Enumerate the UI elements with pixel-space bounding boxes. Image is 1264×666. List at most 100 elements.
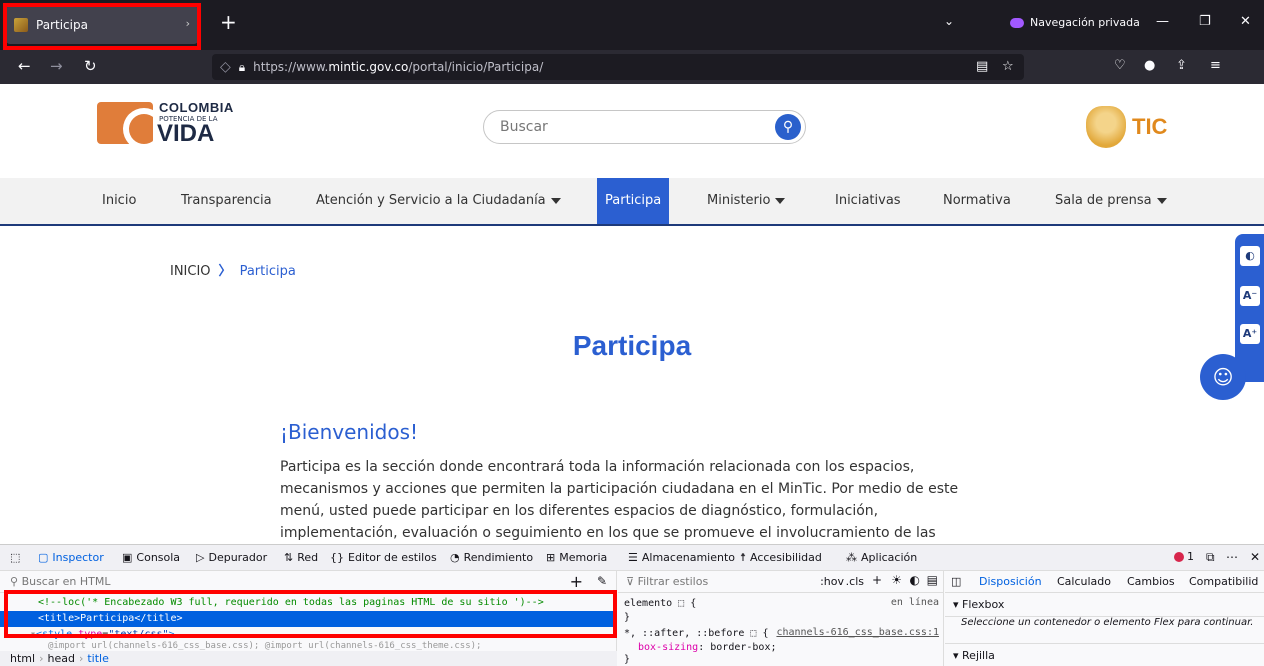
tab-title: Participa: [36, 18, 88, 32]
list-tabs-button[interactable]: ⌄: [944, 14, 954, 28]
intro-paragraph: Participa es la sección donde encontrará…: [280, 459, 959, 541]
flexbox-section[interactable]: ▾ Flexbox: [945, 593, 1264, 617]
extension-icon[interactable]: ●: [1144, 58, 1155, 74]
tab-editor-estilos[interactable]: {} Editor de estilos: [330, 551, 437, 564]
breadcrumb: INICIO 〉 Participa: [170, 260, 296, 279]
nav-participa[interactable]: Participa: [597, 178, 670, 224]
tab-red[interactable]: ⇅ Red: [284, 551, 318, 564]
pocket-icon[interactable]: ♡: [1114, 58, 1126, 74]
tab-consola[interactable]: ▣ Consola: [122, 551, 180, 564]
close-devtools-icon[interactable]: ✕: [1250, 550, 1260, 564]
layout-tabs: ◫ Disposición Calculado Cambios Compatib…: [945, 571, 1264, 593]
nav-inicio[interactable]: Inicio: [102, 178, 136, 224]
minimize-button[interactable]: —: [1156, 14, 1169, 29]
caret-down-icon: [1156, 197, 1167, 204]
tab-compatibilidad[interactable]: Compatibilid: [1189, 575, 1258, 588]
chevron-right-icon: 〉: [218, 264, 232, 279]
tab-accesibilidad[interactable]: ☨ Accesibilidad: [740, 551, 822, 564]
rule-prop-line[interactable]: box-sizing: border-box;: [624, 641, 777, 655]
tab-participa[interactable]: Participa ›: [6, 6, 198, 44]
sidebar-toggle-icon[interactable]: ◫: [951, 575, 961, 588]
rule-universal-source[interactable]: channels-616_css_base.css:1: [776, 627, 939, 638]
add-rule-icon[interactable]: +: [872, 573, 882, 587]
nav-atencion-label: Atención y Servicio a la Ciudadanía: [316, 193, 546, 208]
code-title-line[interactable]: <title>Participa</title>: [0, 611, 617, 627]
nav-sala-prensa[interactable]: Sala de prensa: [1055, 178, 1167, 224]
search-input[interactable]: Buscar: [500, 119, 548, 135]
bookmark-star-icon[interactable]: ☆: [1002, 54, 1014, 80]
tab-calculado[interactable]: Calculado: [1057, 575, 1111, 588]
tab-consola-label: Consola: [136, 551, 181, 564]
reload-button[interactable]: ↻: [84, 58, 97, 74]
rule-element[interactable]: elemento ⬚ {: [624, 597, 696, 611]
url-bar[interactable]: ◇ 🔒︎ https://www. mintic.gov.co/portal/in…: [212, 54, 1024, 80]
tab-editor-estilos-label: Editor de estilos: [348, 551, 437, 564]
grid-section[interactable]: ▾ Rejilla: [945, 643, 1264, 666]
code-import-line[interactable]: @import url(channels-616_css_base.css); …: [0, 641, 617, 651]
crumb-head[interactable]: head: [47, 652, 74, 665]
dock-icon[interactable]: ⧉: [1206, 550, 1215, 565]
favicon-icon: [14, 18, 28, 32]
forward-button[interactable]: →: [50, 58, 63, 74]
nav-iniciativas[interactable]: Iniciativas: [835, 178, 901, 224]
close-window-button[interactable]: ✕: [1240, 14, 1251, 29]
tab-inspector[interactable]: ▢ Inspector: [38, 551, 104, 564]
share-icon[interactable]: ⇪: [1176, 58, 1187, 74]
font-increase-button[interactable]: A⁺: [1240, 324, 1260, 344]
eyedropper-icon[interactable]: ✎: [597, 574, 607, 588]
search-icon[interactable]: ⚲: [775, 114, 801, 140]
menu-icon[interactable]: ≡: [1210, 58, 1221, 74]
font-decrease-button[interactable]: A⁻: [1240, 286, 1260, 306]
filter-styles-field[interactable]: ⊽ Filtrar estilos :hov .cls + ☀ ◐ ▤: [618, 571, 944, 593]
nav-transparencia[interactable]: Transparencia: [181, 178, 272, 224]
chevron-right-icon[interactable]: ›: [186, 17, 190, 30]
tic-logo[interactable]: TIC: [1086, 106, 1186, 150]
crumb-html[interactable]: html: [10, 652, 35, 665]
new-tab-button[interactable]: +: [220, 12, 237, 32]
nav-normativa[interactable]: Normativa: [943, 178, 1011, 224]
contrast-icon[interactable]: ◐: [1240, 246, 1260, 266]
shield-icon[interactable]: ◇: [220, 59, 231, 75]
logo-text-vida: VIDA: [157, 120, 215, 147]
error-count[interactable]: 1: [1174, 550, 1194, 563]
tab-disposicion[interactable]: Disposición: [979, 575, 1042, 588]
restore-button[interactable]: ❐: [1199, 14, 1211, 29]
tab-memoria[interactable]: ⊞ Memoria: [546, 551, 607, 564]
back-button[interactable]: ←: [18, 58, 31, 74]
tab-aplicacion[interactable]: ⁂ Aplicación: [846, 551, 917, 564]
search-icon: ⚲: [10, 575, 22, 588]
site-search[interactable]: Buscar ⚲: [483, 110, 806, 144]
breadcrumb-home[interactable]: INICIO: [170, 264, 211, 279]
tab-rendimiento[interactable]: ◔ Rendimiento: [450, 551, 533, 564]
rule-inline-label: en línea: [890, 597, 939, 608]
devtools-tabs: ⬚ ▢ Inspector ▣ Consola ▷ Depurador ⇅ Red {}…: [0, 545, 1264, 571]
hov-toggle[interactable]: :hov: [820, 575, 844, 588]
lock-icon[interactable]: 🔒︎: [239, 60, 245, 75]
cls-toggle[interactable]: .cls: [846, 575, 864, 588]
dark-theme-icon[interactable]: ◐: [910, 573, 920, 587]
tab-cambios[interactable]: Cambios: [1127, 575, 1175, 588]
code-style-attr: type: [78, 629, 103, 640]
crumb-title[interactable]: title: [87, 652, 109, 665]
tab-almacenamiento[interactable]: ☰ Almacenamiento: [628, 551, 735, 564]
colombia-logo[interactable]: COLOMBIA POTENCIA DE LA VIDA: [97, 98, 237, 150]
tab-depurador-label: Depurador: [208, 551, 268, 564]
code-comment-line[interactable]: <!--loc('* Encabezado W3 full, requerido…: [0, 595, 617, 611]
rule-element-close: }: [624, 612, 631, 623]
more-options-icon[interactable]: ⋯: [1226, 550, 1238, 564]
flexbox-label: Flexbox: [962, 598, 1005, 611]
rule-universal[interactable]: *, ::after, ::before ⬚ {: [624, 627, 769, 641]
print-media-icon[interactable]: ▤: [927, 573, 938, 587]
nav-ministerio[interactable]: Ministerio: [707, 178, 786, 224]
add-node-icon[interactable]: +: [570, 572, 583, 591]
main-navigation: Inicio Transparencia Atención y Servicio…: [0, 178, 1264, 226]
assistant-icon[interactable]: ☺: [1200, 354, 1246, 400]
light-theme-icon[interactable]: ☀: [891, 573, 902, 587]
reader-view-icon[interactable]: ▤: [976, 54, 988, 80]
nav-atencion[interactable]: Atención y Servicio a la Ciudadanía: [316, 178, 561, 224]
tab-depurador[interactable]: ▷ Depurador: [196, 551, 267, 564]
html-search-field[interactable]: ⚲ Buscar en HTML + ✎: [0, 571, 617, 593]
pick-element-icon[interactable]: ⬚: [10, 551, 20, 564]
private-label: Navegación privada: [1030, 16, 1140, 29]
rule-universal-close: }: [624, 654, 631, 665]
